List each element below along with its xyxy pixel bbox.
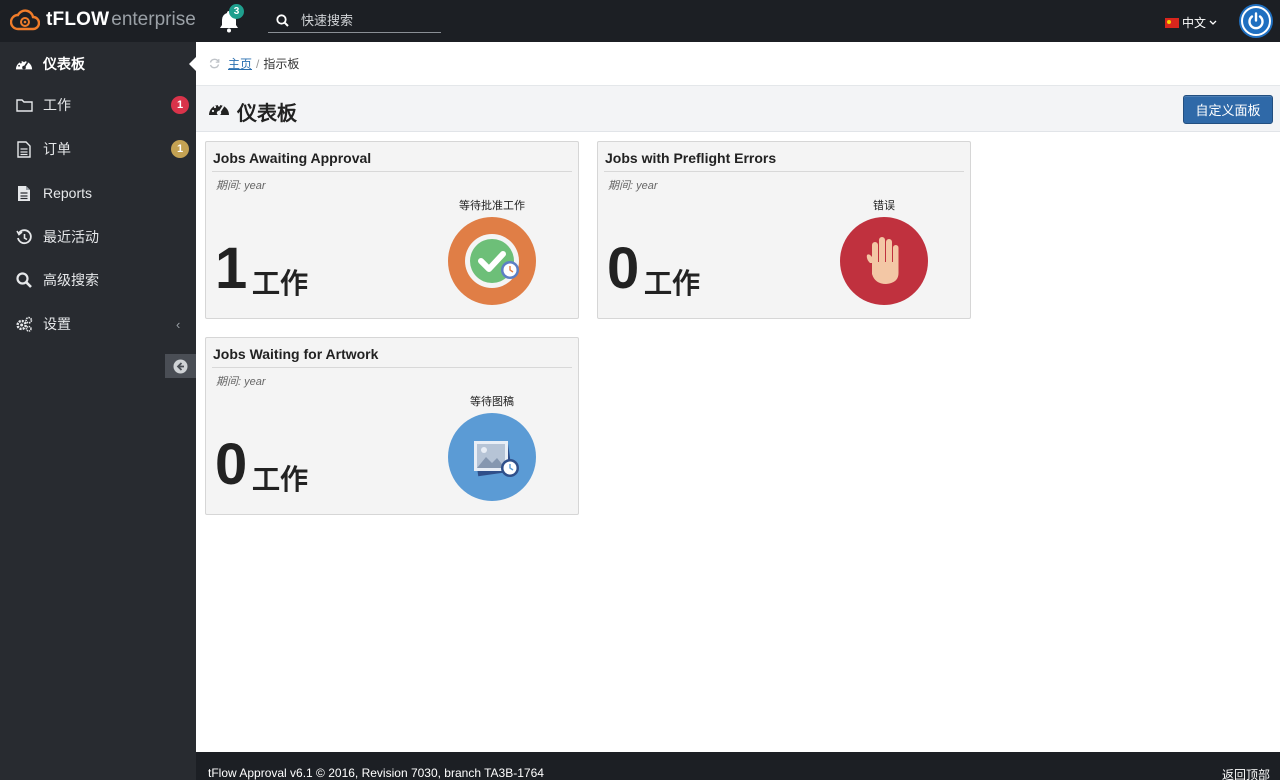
folder-icon bbox=[15, 96, 33, 114]
card-count: 1 bbox=[215, 236, 248, 301]
dashboard-icon bbox=[208, 100, 230, 122]
back-to-top-link[interactable]: 返回顶部 bbox=[1222, 766, 1270, 780]
card-divider bbox=[212, 171, 572, 172]
chevron-down-icon bbox=[1209, 20, 1217, 25]
sidebar-item-label: 最近活动 bbox=[43, 229, 99, 245]
card-status-label: 错误 bbox=[873, 200, 895, 212]
sidebar-item-label: 设置 bbox=[43, 316, 71, 332]
card-jobs-waiting-artwork[interactable]: Jobs Waiting for Artwork 期间: year 0 工作 等… bbox=[205, 337, 579, 515]
sidebar-item-label: 工作 bbox=[43, 97, 71, 113]
breadcrumb-home-link[interactable]: 主页 bbox=[228, 55, 252, 72]
brand-suffix: enterprise bbox=[111, 9, 196, 30]
sidebar-item-jobs[interactable]: 工作 1 bbox=[0, 83, 196, 127]
breadcrumb-current: 指示板 bbox=[263, 57, 300, 71]
search-icon bbox=[15, 271, 33, 289]
top-bar: tFLOW enterprise 3 中文 bbox=[0, 0, 1280, 42]
sidebar-item-label: 高级搜索 bbox=[43, 272, 99, 288]
gears-icon bbox=[15, 315, 33, 333]
jobs-count-badge: 1 bbox=[171, 96, 189, 114]
customize-dashboard-button[interactable]: 自定义面板 bbox=[1183, 95, 1273, 124]
card-jobs-preflight-errors[interactable]: Jobs with Preflight Errors 期间: year 0 工作… bbox=[597, 141, 971, 319]
sidebar-item-label: Reports bbox=[43, 185, 93, 201]
sidebar-item-orders[interactable]: 订单 1 bbox=[0, 127, 196, 171]
brand-name: tFLOW bbox=[46, 9, 110, 30]
collapse-sidebar-button[interactable] bbox=[165, 354, 196, 378]
card-unit: 工作 bbox=[644, 268, 701, 299]
sidebar-item-recent-activity[interactable]: 最近活动 bbox=[0, 215, 196, 259]
page-header: 仪表板 自定义面板 bbox=[196, 86, 1280, 132]
search-icon bbox=[276, 13, 289, 27]
card-title: Jobs with Preflight Errors bbox=[605, 150, 777, 166]
card-unit: 工作 bbox=[252, 268, 309, 299]
footer: tFlow Approval v6.1 © 2016, Revision 703… bbox=[196, 752, 1280, 780]
page-title: 仪表板 bbox=[237, 103, 297, 125]
app-logo[interactable]: tFLOW enterprise bbox=[10, 6, 196, 34]
file-icon bbox=[15, 140, 33, 158]
footer-version-text: tFlow Approval v6.1 © 2016, Revision 703… bbox=[208, 766, 544, 780]
arrow-circle-left-icon bbox=[173, 359, 188, 373]
artwork-image-icon bbox=[448, 413, 536, 501]
card-period: 期间: year bbox=[608, 180, 658, 192]
active-indicator bbox=[189, 57, 196, 71]
sidebar-item-settings[interactable]: 设置 ‹ bbox=[0, 302, 196, 346]
breadcrumb: 主页 / 指示板 bbox=[196, 42, 1280, 86]
approval-check-icon bbox=[448, 217, 536, 305]
card-divider bbox=[212, 367, 572, 368]
card-title: Jobs Waiting for Artwork bbox=[213, 346, 379, 362]
search-input[interactable] bbox=[301, 12, 431, 28]
notification-count-badge: 3 bbox=[229, 4, 244, 19]
card-count: 0 bbox=[215, 432, 248, 497]
card-period: 期间: year bbox=[216, 376, 266, 388]
card-status-label: 等待图稿 bbox=[470, 396, 514, 408]
sidebar-item-label: 订单 bbox=[43, 141, 71, 157]
orders-count-badge: 1 bbox=[171, 140, 189, 158]
sidebar-item-advanced-search[interactable]: 高级搜索 bbox=[0, 258, 196, 302]
power-icon bbox=[1248, 12, 1264, 30]
sidebar-item-dashboard[interactable]: 仪表板 bbox=[0, 42, 196, 86]
cloud-logo-icon bbox=[10, 9, 40, 31]
logout-button[interactable] bbox=[1241, 6, 1271, 36]
dashboard-icon bbox=[15, 55, 33, 73]
sidebar-item-label: 仪表板 bbox=[43, 56, 85, 72]
stop-hand-icon bbox=[840, 217, 928, 305]
card-jobs-awaiting-approval[interactable]: Jobs Awaiting Approval 期间: year 1 工作 等待批… bbox=[205, 141, 579, 319]
sidebar: 仪表板 工作 1 订单 1 Reports 最近活动 高级搜索 设置 ‹ bbox=[0, 42, 196, 780]
refresh-icon[interactable] bbox=[209, 58, 220, 69]
report-icon bbox=[15, 184, 33, 202]
card-unit: 工作 bbox=[252, 464, 309, 495]
sidebar-item-reports[interactable]: Reports bbox=[0, 171, 196, 215]
history-icon bbox=[15, 228, 33, 246]
quick-search bbox=[268, 8, 441, 33]
card-title: Jobs Awaiting Approval bbox=[213, 150, 372, 166]
language-label: 中文 bbox=[1182, 16, 1207, 30]
card-period: 期间: year bbox=[216, 180, 266, 192]
chevron-left-icon: ‹ bbox=[176, 316, 181, 332]
card-status-label: 等待批准工作 bbox=[459, 200, 525, 212]
card-count: 0 bbox=[607, 236, 640, 301]
card-divider bbox=[604, 171, 964, 172]
breadcrumb-separator: / bbox=[256, 56, 260, 71]
china-flag-icon bbox=[1165, 17, 1179, 28]
language-selector[interactable]: 中文 bbox=[1165, 14, 1217, 31]
